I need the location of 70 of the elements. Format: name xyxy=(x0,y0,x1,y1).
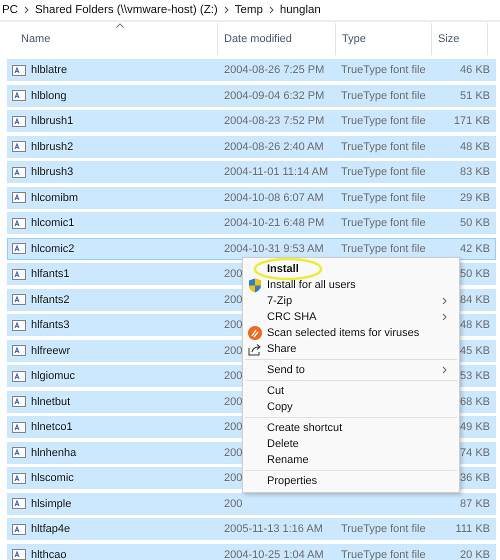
file-name: hlthcao xyxy=(31,548,66,560)
date-modified: 2004-08-26 7:25 PM xyxy=(223,64,324,76)
file-name: hlbrush2 xyxy=(31,140,74,152)
file-size: 83 KB xyxy=(460,166,491,178)
file-name: hlbrush3 xyxy=(31,166,74,178)
file-size: 111 KB xyxy=(456,523,491,535)
date-modified: 2004-10-21 6:48 PM xyxy=(223,217,324,229)
file-size: 51 KB xyxy=(460,90,491,102)
file-size: 87 KB xyxy=(460,498,491,510)
file-name: hltfap4e xyxy=(31,523,70,535)
date-modified: 200 xyxy=(223,472,242,484)
file-size: 53 KB xyxy=(460,370,491,382)
file-size: 46 KB xyxy=(460,64,491,76)
date-modified: 200 xyxy=(223,294,242,306)
file-size: 50 KB xyxy=(460,268,491,280)
file-size: 50 KB xyxy=(460,217,491,229)
file-name: hlfants2 xyxy=(31,294,70,306)
file-type: TrueType font file xyxy=(340,217,426,229)
file-name: hlcomibm xyxy=(31,192,78,204)
file-type: TrueType font file xyxy=(340,523,426,535)
file-name: hlblong xyxy=(31,90,66,102)
file-name: hlcomic2 xyxy=(31,242,74,254)
file-type: TrueType font file xyxy=(340,166,426,178)
file-name: hlnhenha xyxy=(31,446,76,458)
file-name: hlbrush1 xyxy=(31,115,74,127)
file-name: hlnetco1 xyxy=(31,421,73,433)
date-modified: 2004-11-01 11:14 AM xyxy=(223,166,328,178)
date-modified: 2004-10-31 9:53 AM xyxy=(223,242,324,254)
date-modified: 200 xyxy=(223,421,242,433)
date-modified: 200 xyxy=(223,396,242,408)
file-type: TrueType font file xyxy=(340,242,426,254)
file-type: TrueType font file xyxy=(340,64,426,76)
date-modified: 2004-10-08 6:07 AM xyxy=(223,192,324,204)
file-name: hlblatre xyxy=(31,64,68,76)
file-name: hlfreewr xyxy=(31,344,70,356)
file-size: 74 KB xyxy=(460,446,491,458)
date-modified: 200 xyxy=(223,319,242,331)
date-modified: 200 xyxy=(223,446,242,458)
date-modified: 200 xyxy=(223,370,242,382)
date-modified: 2004-08-23 7:52 PM xyxy=(223,115,324,127)
file-type: TrueType font file xyxy=(340,548,426,560)
date-modified: 2004-08-26 2:40 AM xyxy=(223,140,324,152)
file-name: hlsimple xyxy=(31,498,72,510)
file-type: TrueType font file xyxy=(340,140,426,152)
date-modified: 2004-09-04 6:32 PM xyxy=(223,90,324,102)
file-size: 68 KB xyxy=(460,396,491,408)
file-name: hlscomic xyxy=(31,472,74,484)
file-type: TrueType font file xyxy=(340,115,426,127)
date-modified: 200 xyxy=(223,344,242,356)
file-size: 48 KB xyxy=(460,319,491,331)
file-name: hlcomic1 xyxy=(31,217,74,229)
file-size: 49 KB xyxy=(460,421,491,433)
file-size: 42 KB xyxy=(460,242,491,254)
file-size: 171 KB xyxy=(454,115,491,127)
file-type: TrueType font file xyxy=(340,192,426,204)
date-modified: 200 xyxy=(223,268,242,280)
file-type: TrueType font file xyxy=(340,90,426,102)
date-modified: 200 xyxy=(223,498,242,510)
date-modified: 2004-10-25 1:04 AM xyxy=(223,548,324,560)
date-modified: 2005-11-13 1:16 AM xyxy=(223,523,323,535)
file-size: 45 KB xyxy=(460,344,491,356)
file-size: 84 KB xyxy=(460,294,491,306)
file-name: hlfants1 xyxy=(31,268,70,280)
file-size: 29 KB xyxy=(460,192,491,204)
file-size: 48 KB xyxy=(460,140,491,152)
file-name: hlnetbut xyxy=(31,396,70,408)
file-size: 36 KB xyxy=(460,472,491,484)
file-name: hlfants3 xyxy=(31,319,70,331)
file-name: hlgiomuc xyxy=(31,370,76,382)
file-size: 20 KB xyxy=(460,548,491,560)
